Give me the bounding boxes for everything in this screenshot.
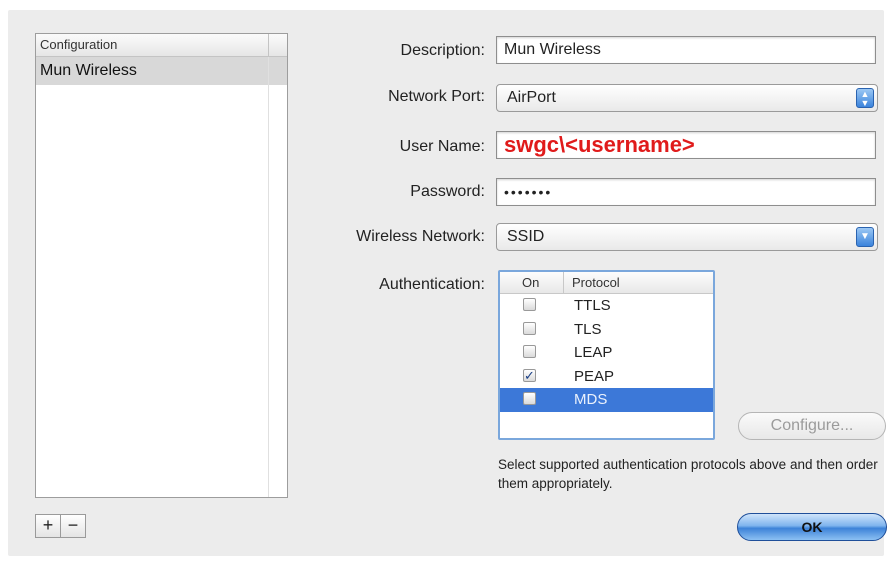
protocol-name: MDS xyxy=(574,391,608,408)
ok-button[interactable]: OK xyxy=(737,513,887,541)
protocol-name: TTLS xyxy=(574,297,611,314)
protocol-row-leap[interactable]: LEAP xyxy=(500,341,713,365)
protocol-checkbox[interactable] xyxy=(523,321,536,335)
protocol-name: PEAP xyxy=(574,367,615,385)
wireless-network-label: Wireless Network: xyxy=(356,228,485,245)
network-port-label: Network Port: xyxy=(388,88,485,105)
column-on[interactable]: On xyxy=(522,272,539,293)
protocol-row-mds[interactable]: MDS xyxy=(500,388,713,412)
user-name-field[interactable]: swgc\<username> xyxy=(496,131,876,159)
network-port-value: AirPort xyxy=(507,89,556,106)
column-protocol[interactable]: Protocol xyxy=(572,272,620,293)
protocol-checkbox[interactable] xyxy=(523,298,536,311)
description-value: Mun Wireless xyxy=(504,41,601,58)
authentication-hint-text: Select supported authentication protocol… xyxy=(498,457,878,491)
authentication-protocol-table[interactable]: On Protocol TTLS TLS LEAP ✓ PEAP MDS xyxy=(498,270,715,440)
auth-table-header: On Protocol xyxy=(500,272,713,294)
protocol-name: LEAP xyxy=(574,344,613,361)
user-name-label: User Name: xyxy=(399,138,485,155)
password-value: ••••••• xyxy=(504,184,553,200)
list-column-divider xyxy=(268,57,269,497)
password-field[interactable]: ••••••• xyxy=(496,178,876,206)
protocol-name: TLS xyxy=(574,320,602,338)
up-down-arrows-icon: ▲ ▼ xyxy=(856,88,874,108)
network-port-select[interactable]: AirPort ▲ ▼ xyxy=(496,84,878,112)
protocol-checkbox[interactable] xyxy=(523,345,536,358)
configuration-list[interactable]: Configuration Mun Wireless xyxy=(35,33,288,498)
user-name-value: swgc\<username> xyxy=(504,132,695,157)
header-divider xyxy=(268,34,269,56)
configure-button[interactable]: Configure... xyxy=(738,412,886,440)
configuration-item-label: Mun Wireless xyxy=(40,62,137,79)
configuration-header-label: Configuration xyxy=(40,37,118,52)
protocol-row-peap[interactable]: ✓ PEAP xyxy=(500,365,713,389)
description-field[interactable]: Mun Wireless xyxy=(496,36,876,64)
protocol-checkbox[interactable] xyxy=(523,392,536,405)
configuration-item[interactable]: Mun Wireless xyxy=(36,57,287,85)
wireless-network-combo[interactable]: SSID ▼ xyxy=(496,223,878,251)
password-label: Password: xyxy=(410,183,485,200)
wireless-network-value: SSID xyxy=(507,228,545,245)
remove-configuration-button[interactable]: − xyxy=(60,514,86,538)
column-divider xyxy=(563,272,564,293)
configuration-list-header: Configuration xyxy=(36,34,287,57)
authentication-label: Authentication: xyxy=(379,276,485,293)
protocol-row-tls[interactable]: TLS xyxy=(500,318,713,342)
chevron-down-icon[interactable]: ▼ xyxy=(856,227,874,247)
description-label: Description: xyxy=(400,42,485,59)
protocol-checkbox-checked[interactable]: ✓ xyxy=(523,368,536,382)
add-configuration-button[interactable]: + xyxy=(35,514,61,538)
protocol-row-ttls[interactable]: TTLS xyxy=(500,294,713,318)
